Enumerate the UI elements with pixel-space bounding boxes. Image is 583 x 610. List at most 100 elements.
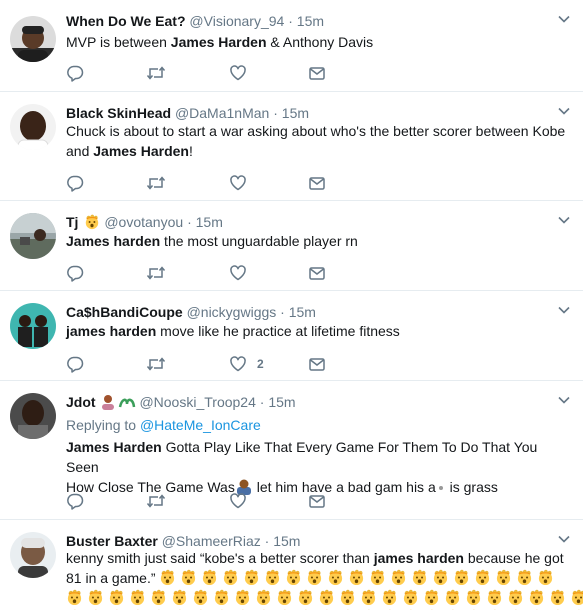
exploding-head-emoji-icon [327,569,344,586]
envelope-button[interactable] [308,355,326,373]
more-options-button[interactable] [557,303,571,317]
tweet[interactable]: Ca$hBandiCoupe @nickygwiggs · 15m james h… [0,291,583,381]
timestamp[interactable]: 15m [196,214,223,230]
more-options-button[interactable] [557,12,571,26]
highlighted-term: James Harden [93,143,189,159]
exploding-head-emoji-icon [537,569,554,586]
tweet-text-segment: 81 in a game.” [66,570,156,586]
tweet-text-segment: because he got [463,550,564,566]
tweet-header: Black SkinHead @DaMa1nMan · 15m [66,104,553,122]
small-emoji-icon [436,479,446,495]
user-name[interactable]: Tj [66,214,78,230]
user-handle[interactable]: @nickygwiggs [187,304,277,320]
retweet-button[interactable] [146,64,166,82]
more-options-button[interactable] [557,104,571,118]
chevron-down-icon [557,213,571,227]
exploding-head-emoji-icon [369,569,386,586]
retweet-button[interactable] [146,264,166,282]
reply-button[interactable] [66,174,84,192]
heart-icon [229,492,247,510]
replying-handle-link[interactable]: @HateMe_IonCare [140,417,261,433]
heart-button[interactable] [229,264,247,282]
chevron-down-icon [557,104,571,118]
reply-icon [66,64,84,82]
heart-icon [229,355,247,373]
envelope-button[interactable] [308,492,326,510]
reply-button[interactable] [66,492,84,510]
timestamp[interactable]: 15m [268,394,295,410]
chevron-down-icon [557,393,571,407]
tweet[interactable]: Black SkinHead @DaMa1nMan · 15m Chuck is … [0,92,583,201]
exploding-head-emoji-icon [411,569,428,586]
exploding-head-emoji-icon [306,569,323,586]
reply-button[interactable] [66,64,84,82]
avatar[interactable] [10,393,56,439]
heart-button[interactable] [229,64,247,82]
exploding-head-emoji-icon [159,569,176,586]
envelope-button[interactable] [308,174,326,192]
more-options-button[interactable] [557,393,571,407]
exploding-head-emoji-icon [402,589,419,606]
envelope-button[interactable] [308,264,326,282]
user-handle[interactable]: @Nooski_Troop24 [139,394,255,410]
tweet[interactable]: Buster Baxter @ShameerRiaz · 15m kenny sm… [0,520,583,610]
heart-button[interactable]: 2 [229,355,264,373]
tweet-header: Tj @ovotanyou · 15m [66,213,553,231]
tweet[interactable]: When Do We Eat? @Visionary_94 · 15m MVP i… [0,0,583,92]
avatar[interactable] [10,16,56,62]
exploding-head-emoji-icon [150,589,167,606]
tweet[interactable]: Jdot @Nooski_Troop24 · 15m Replying to @H… [0,381,583,520]
tweet-header: Ca$hBandiCoupe @nickygwiggs · 15m [66,303,553,321]
reply-button[interactable] [66,355,84,373]
user-handle[interactable]: @Visionary_94 [189,13,284,29]
chevron-down-icon [557,12,571,26]
reply-icon [66,355,84,373]
avatar[interactable] [10,303,56,349]
exploding-head-emoji-icon [243,569,260,586]
heart-button[interactable] [229,174,247,192]
retweet-button[interactable] [146,174,166,192]
more-options-button[interactable] [557,532,571,546]
retweet-button[interactable] [146,355,166,373]
exploding-head-emoji-icon [495,569,512,586]
envelope-button[interactable] [308,64,326,82]
avatar[interactable] [10,104,56,150]
tweet-text: kenny smith just said “kobe's a better s… [66,548,569,610]
user-name[interactable]: Buster Baxter [66,533,158,549]
retweet-button[interactable] [146,492,166,510]
user-name[interactable]: When Do We Eat? [66,13,186,29]
tweet-text-segment: & Anthony Davis [266,34,374,50]
heart-button[interactable] [229,492,247,510]
user-handle[interactable]: @ovotanyou [104,214,183,230]
tweet[interactable]: Tj @ovotanyou · 15m James harden the most… [0,201,583,291]
exploding-head-emoji-icon [255,589,272,606]
more-options-button[interactable] [557,213,571,227]
timestamp[interactable]: 15m [282,105,309,121]
heart-icon [229,64,247,82]
retweet-icon [146,64,166,82]
highlighted-term: James Harden [66,439,162,455]
exploding-head-emoji-icon [528,589,545,606]
user-name[interactable]: Jdot [66,394,96,410]
timestamp[interactable]: 15m [273,533,300,549]
avatar[interactable] [10,532,56,578]
exploding-head-emoji-icon [570,589,583,606]
timestamp[interactable]: 15m [297,13,324,29]
exploding-head-emoji-icon [222,569,239,586]
tweet-header: When Do We Eat? @Visionary_94 · 15m [66,12,553,30]
user-handle[interactable]: @DaMa1nMan [175,105,269,121]
user-handle[interactable]: @ShameerRiaz [162,533,261,549]
avatar[interactable] [10,213,56,259]
reply-button[interactable] [66,264,84,282]
highlighted-term: james harden [373,550,464,566]
exploding-head-emoji-icon [201,569,218,586]
tweet-text-segment: ! [188,143,193,159]
sparkle-emoji-icon [84,214,100,230]
timestamp[interactable]: 15m [289,304,316,320]
user-name[interactable]: Ca$hBandiCoupe [66,304,183,320]
exploding-head-emoji-icon [276,589,293,606]
exploding-head-emoji-icon [171,589,188,606]
user-name[interactable]: Black SkinHead [66,105,171,121]
exploding-head-emoji-icon [87,589,104,606]
retweet-icon [146,174,166,192]
